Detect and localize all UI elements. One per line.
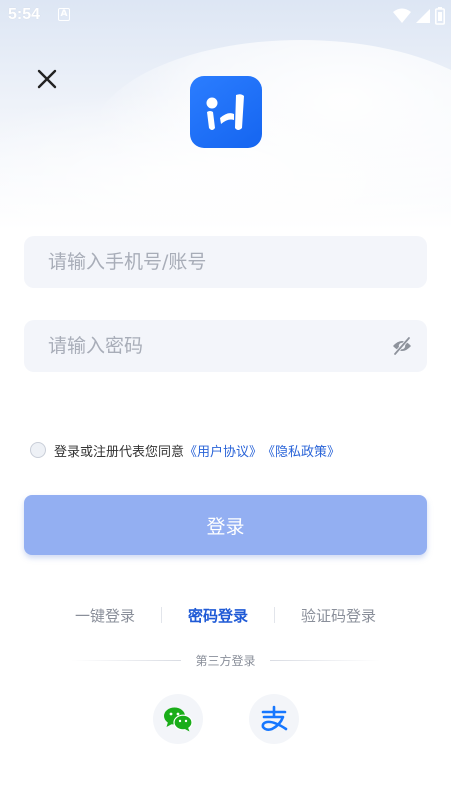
status-bar: 5:54 A — [0, 0, 451, 32]
account-field[interactable] — [24, 236, 427, 288]
tab-one-click-login[interactable]: 一键登录 — [49, 605, 161, 626]
close-icon — [37, 69, 57, 89]
tab-sms-code-login[interactable]: 验证码登录 — [275, 605, 402, 626]
password-field[interactable] — [24, 320, 427, 372]
privacy-policy-link[interactable]: 《隐私政策》 — [262, 441, 340, 460]
agreement-checkbox[interactable] — [30, 442, 46, 458]
third-party-divider: 第三方登录 — [0, 650, 451, 670]
app-logo-icon — [206, 94, 244, 130]
signal-icon — [415, 8, 431, 24]
password-input[interactable] — [48, 320, 388, 372]
battery-icon — [435, 7, 445, 25]
app-logo — [190, 76, 262, 148]
eye-off-icon — [393, 336, 411, 356]
wifi-icon — [393, 8, 411, 24]
third-party-label: 第三方登录 — [195, 653, 256, 668]
login-button[interactable]: 登录 — [24, 495, 427, 555]
toggle-password-visibility[interactable] — [391, 335, 413, 357]
user-agreement-link[interactable]: 《用户协议》 — [184, 441, 262, 460]
alipay-login-button[interactable] — [249, 694, 299, 744]
wechat-login-button[interactable] — [153, 694, 203, 744]
status-icons — [393, 6, 445, 26]
alipay-icon — [261, 705, 288, 731]
account-input[interactable] — [48, 236, 388, 288]
wechat-icon — [164, 707, 193, 732]
tab-password-login[interactable]: 密码登录 — [162, 605, 274, 626]
notification-icon: A — [58, 8, 70, 21]
agreement-row: 登录或注册代表您同意 《用户协议》 《隐私政策》 — [30, 440, 340, 460]
login-method-tabs: 一键登录 密码登录 验证码登录 — [0, 603, 451, 627]
status-time: 5:54 — [8, 6, 41, 23]
agreement-text: 登录或注册代表您同意 — [54, 444, 185, 460]
close-button[interactable] — [34, 66, 60, 92]
